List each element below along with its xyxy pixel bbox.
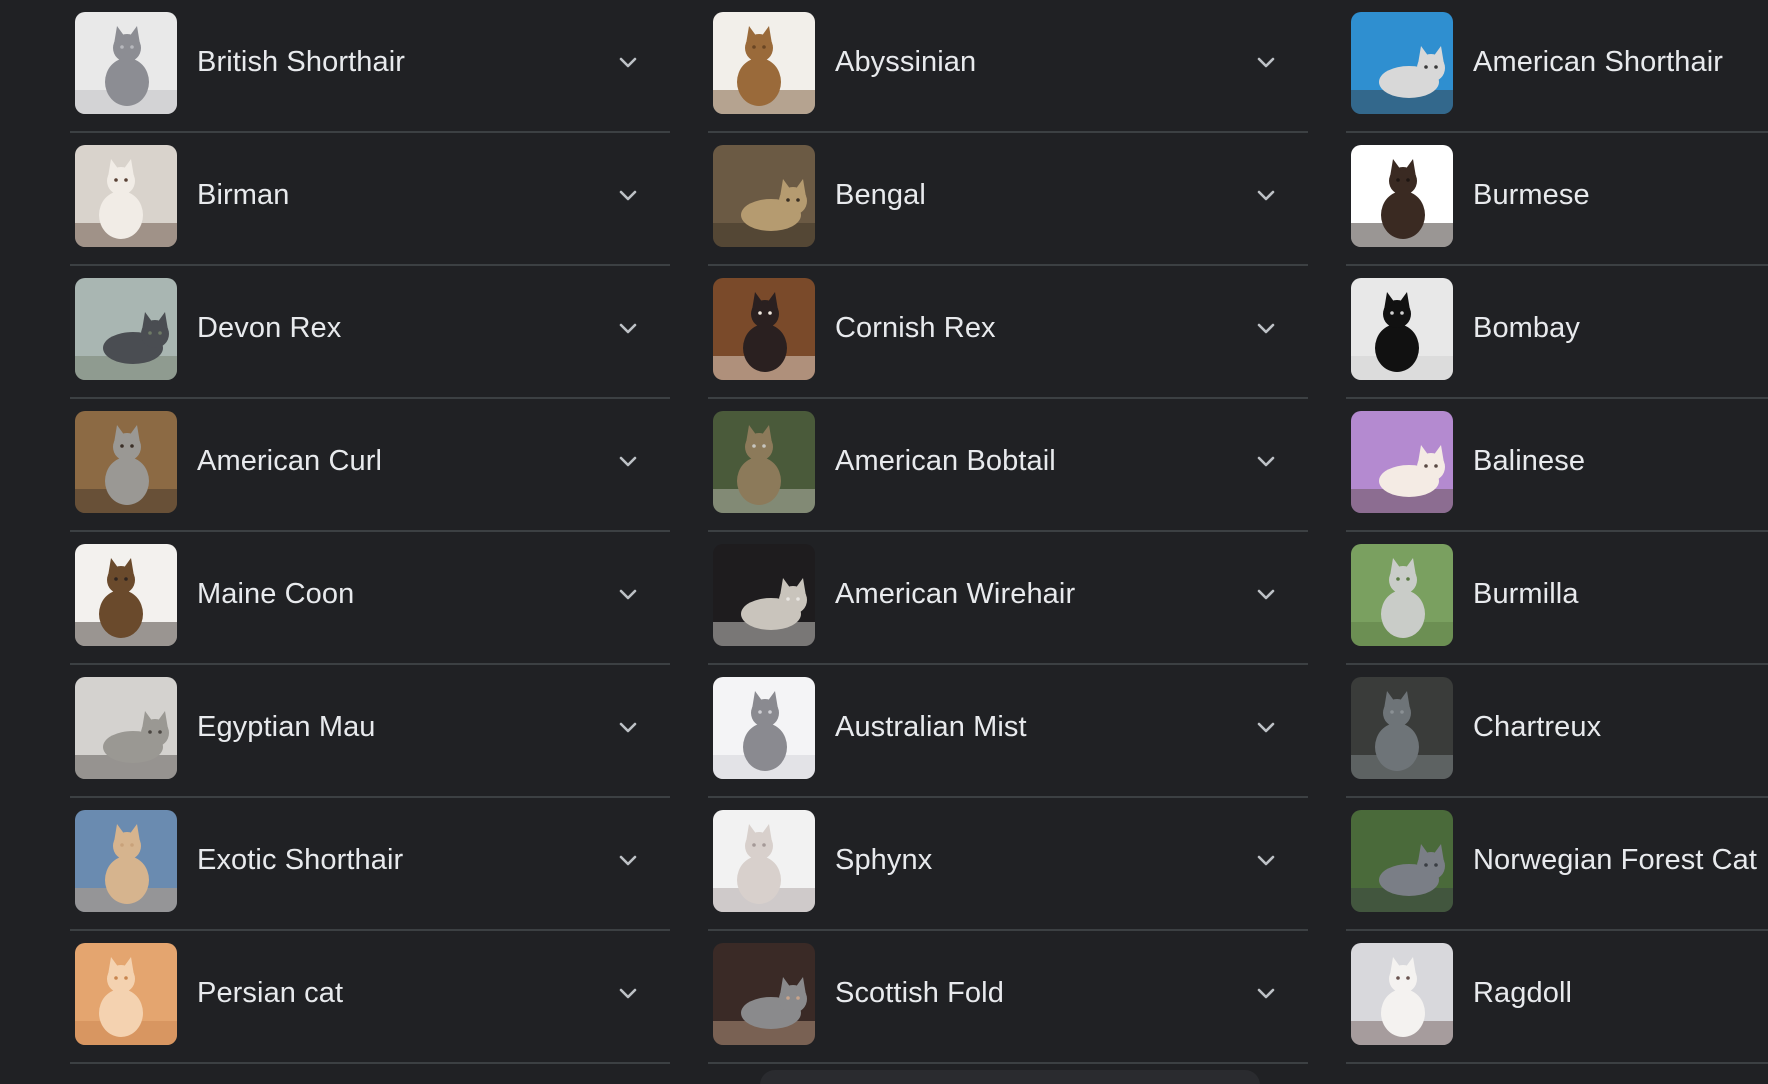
breed-list-item[interactable]: Persian cat — [70, 931, 670, 1064]
cat-thumbnail — [75, 943, 177, 1045]
breed-label: American Bobtail — [835, 445, 1056, 477]
breed-label: Norwegian Forest Cat — [1473, 844, 1758, 876]
cat-thumbnail — [713, 12, 815, 114]
breed-list-item[interactable]: American Shorthair — [1346, 0, 1768, 133]
breed-list-item[interactable]: Bombay — [1346, 266, 1768, 399]
breed-label: Australian Mist — [835, 711, 1027, 743]
breed-label: Birman — [197, 179, 290, 211]
cat-thumbnail — [713, 810, 815, 912]
breed-list-item[interactable]: Australian Mist — [708, 665, 1308, 798]
breed-list-item[interactable]: Bengal — [708, 133, 1308, 266]
breed-label: Balinese — [1473, 445, 1586, 477]
breed-label: American Curl — [197, 445, 383, 477]
chevron-down-icon[interactable] — [616, 183, 640, 207]
breed-label: Scottish Fold — [835, 977, 1004, 1009]
cat-thumbnail — [1351, 943, 1453, 1045]
breed-label: Bombay — [1473, 312, 1580, 344]
chevron-down-icon[interactable] — [616, 582, 640, 606]
cat-thumbnail — [75, 677, 177, 779]
breed-list-item[interactable]: Birman — [70, 133, 670, 266]
cat-thumbnail — [1351, 12, 1453, 114]
chevron-down-icon[interactable] — [616, 449, 640, 473]
chevron-down-icon[interactable] — [616, 50, 640, 74]
breed-list-item[interactable]: Egyptian Mau — [70, 665, 670, 798]
chevron-down-icon[interactable] — [1254, 316, 1278, 340]
breed-list-item[interactable]: Balinese — [1346, 399, 1768, 532]
cat-thumbnail — [1351, 810, 1453, 912]
breed-label: Sphynx — [835, 844, 933, 876]
breed-list-item[interactable]: Norwegian Forest Cat — [1346, 798, 1768, 931]
breed-list-item[interactable]: American Curl — [70, 399, 670, 532]
cat-thumbnail — [1351, 145, 1453, 247]
chevron-down-icon[interactable] — [1254, 848, 1278, 872]
cat-thumbnail — [713, 677, 815, 779]
chevron-down-icon[interactable] — [1254, 715, 1278, 739]
breed-list-item[interactable]: Ragdoll — [1346, 931, 1768, 1064]
breed-column: Abyssinian Bengal Cornish Rex American Bobt… — [708, 0, 1308, 1064]
cat-thumbnail — [1351, 677, 1453, 779]
breed-list-item[interactable]: American Wirehair — [708, 532, 1308, 665]
cat-thumbnail — [713, 278, 815, 380]
breed-label: Devon Rex — [197, 312, 342, 344]
breed-label: Exotic Shorthair — [197, 844, 404, 876]
breed-column: British Shorthair Birman Devon Rex American… — [70, 0, 670, 1064]
chevron-down-icon[interactable] — [616, 715, 640, 739]
breed-list-item[interactable]: Sphynx — [708, 798, 1308, 931]
breed-list-item[interactable]: Chartreux — [1346, 665, 1768, 798]
breed-label: Bengal — [835, 179, 926, 211]
breed-label: American Wirehair — [835, 578, 1076, 610]
chevron-down-icon[interactable] — [1254, 449, 1278, 473]
breed-list-item[interactable]: Exotic Shorthair — [70, 798, 670, 931]
chevron-down-icon[interactable] — [616, 316, 640, 340]
breed-column: American Shorthair Burmese Bombay Balinese B… — [1346, 0, 1768, 1064]
breed-label: Cornish Rex — [835, 312, 996, 344]
cat-thumbnail — [75, 12, 177, 114]
breed-label: American Shorthair — [1473, 46, 1724, 78]
breed-label: Ragdoll — [1473, 977, 1573, 1009]
breed-label: British Shorthair — [197, 46, 405, 78]
cat-thumbnail — [713, 544, 815, 646]
breed-list-item[interactable]: Cornish Rex — [708, 266, 1308, 399]
breed-list-item[interactable]: Scottish Fold — [708, 931, 1308, 1064]
breed-list-item[interactable]: Burmilla — [1346, 532, 1768, 665]
breed-label: Burmese — [1473, 179, 1590, 211]
breed-label: Egyptian Mau — [197, 711, 376, 743]
cat-thumbnail — [75, 544, 177, 646]
chevron-down-icon[interactable] — [1254, 50, 1278, 74]
breed-label: Persian cat — [197, 977, 344, 1009]
breed-label: Chartreux — [1473, 711, 1602, 743]
chevron-down-icon[interactable] — [616, 981, 640, 1005]
cat-thumbnail — [713, 943, 815, 1045]
cat-thumbnail — [75, 810, 177, 912]
cat-thumbnail — [1351, 411, 1453, 513]
chevron-down-icon[interactable] — [1254, 981, 1278, 1005]
cat-thumbnail — [75, 278, 177, 380]
cat-thumbnail — [1351, 278, 1453, 380]
breed-label: Abyssinian — [835, 46, 977, 78]
chevron-down-icon[interactable] — [1254, 582, 1278, 606]
cat-thumbnail — [75, 145, 177, 247]
breed-label: Maine Coon — [197, 578, 355, 610]
breed-list-item[interactable]: Burmese — [1346, 133, 1768, 266]
chevron-down-icon[interactable] — [1254, 183, 1278, 207]
cat-thumbnail — [713, 145, 815, 247]
breed-list-item[interactable]: American Bobtail — [708, 399, 1308, 532]
breed-list-item[interactable]: Maine Coon — [70, 532, 670, 665]
breed-list-item[interactable]: Abyssinian — [708, 0, 1308, 133]
cat-thumbnail — [75, 411, 177, 513]
chevron-down-icon[interactable] — [616, 848, 640, 872]
breed-label: Burmilla — [1473, 578, 1579, 610]
breed-list-item[interactable]: Devon Rex — [70, 266, 670, 399]
breed-grid: British Shorthair Birman Devon Rex American… — [0, 0, 1768, 1084]
bottom-bar — [760, 1070, 1260, 1084]
breed-list-item[interactable]: British Shorthair — [70, 0, 670, 133]
cat-thumbnail — [713, 411, 815, 513]
cat-thumbnail — [1351, 544, 1453, 646]
